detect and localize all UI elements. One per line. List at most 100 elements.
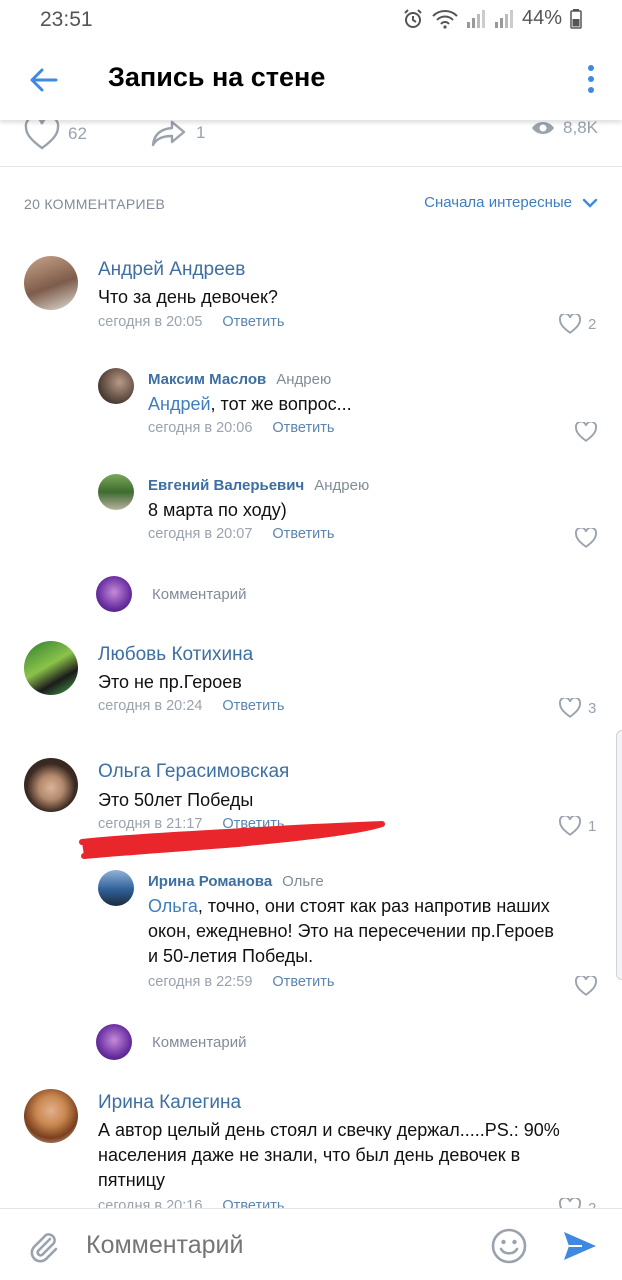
heart-icon: [575, 976, 597, 996]
avatar[interactable]: [98, 368, 134, 404]
comment-author[interactable]: Евгений Валерьевич: [148, 477, 304, 494]
comment-text: А автор целый день стоял и свечку держал…: [98, 1118, 608, 1193]
signal-icon: [466, 9, 485, 28]
comment-author[interactable]: Ирина Романова: [148, 873, 272, 890]
chevron-down-icon: [582, 198, 598, 208]
comment-meta: сегодня в 20:07 Ответить: [148, 526, 334, 542]
battery-icon: [570, 8, 582, 29]
comment-text: Что за день девочек?: [98, 287, 278, 307]
comment-meta: сегодня в 20:05 Ответить: [98, 314, 284, 330]
comment-text-line: и 50-летия Победы.: [148, 946, 314, 966]
comment-text-line: А автор целый день стоял и свечку держал…: [98, 1120, 560, 1140]
mention-link[interactable]: Андрей: [148, 394, 211, 414]
post-like-counter[interactable]: 62: [24, 118, 87, 150]
comment-author[interactable]: Андрей Андреев: [98, 259, 245, 281]
status-time: 23:51: [40, 8, 93, 31]
send-icon[interactable]: [562, 1229, 598, 1263]
post-views-count: 8,8K: [563, 118, 598, 137]
heart-icon: [24, 118, 60, 150]
comment-time: сегодня в 20:05: [98, 314, 203, 330]
eye-icon: [532, 122, 555, 134]
comment-time: сегодня в 20:24: [98, 698, 203, 714]
thread-comment-field[interactable]: Комментарий: [96, 576, 246, 612]
comment-text: Ольга, точно, они стоят как раз напротив…: [148, 894, 608, 969]
avatar[interactable]: [98, 474, 134, 510]
comment-author[interactable]: Ирина Калегина: [98, 1092, 241, 1114]
post-share-count: 1: [196, 123, 206, 142]
comment-author[interactable]: Любовь Котихина: [98, 644, 253, 666]
status-icons: 44%: [402, 7, 582, 30]
battery-percent: 44%: [521, 7, 562, 29]
comment-text: Андрей, тот же вопрос...: [148, 392, 352, 417]
comment-text-line: населения даже не знали, что был день де…: [98, 1145, 521, 1165]
comment-text-body: , точно, они стоят как раз напротив наши…: [197, 896, 550, 916]
post-share-counter[interactable]: 1: [150, 118, 205, 148]
red-underline-annotation: [79, 821, 385, 859]
comment-like-count: 2: [588, 315, 597, 333]
divider: [0, 166, 622, 167]
paperclip-icon[interactable]: [26, 1229, 60, 1263]
comment-like-button[interactable]: [574, 422, 598, 442]
scrollbar[interactable]: [616, 730, 622, 980]
comment-composer: [0, 1208, 622, 1280]
comment-like-button[interactable]: 2: [558, 314, 596, 334]
wifi-icon: [432, 9, 458, 29]
comment-like-button[interactable]: 3: [558, 698, 596, 718]
comment-like-button[interactable]: 1: [558, 816, 596, 836]
avatar[interactable]: [24, 641, 78, 695]
back-arrow-icon[interactable]: [28, 64, 60, 96]
heart-icon: [559, 816, 581, 836]
comment-text-line: пятницу: [98, 1170, 166, 1190]
thread-comment-placeholder: Комментарий: [152, 585, 247, 603]
comment-text-body: , тот же вопрос...: [210, 394, 352, 414]
status-bar: 23:51 44%: [0, 0, 622, 40]
comment-time: сегодня в 20:06: [148, 420, 253, 436]
thread-comment-field[interactable]: Комментарий: [96, 1024, 246, 1060]
avatar[interactable]: [24, 256, 78, 310]
heart-icon: [575, 528, 597, 548]
sort-label: Сначала интересные: [424, 194, 572, 211]
my-avatar: [96, 1024, 132, 1060]
comment-like-button[interactable]: [574, 976, 598, 996]
comment-text-line: окон, ежедневно! Это на пересечении пр.Г…: [148, 921, 554, 941]
comment-time: сегодня в 20:07: [148, 526, 253, 542]
avatar[interactable]: [24, 758, 78, 812]
reply-button[interactable]: Ответить: [222, 314, 284, 330]
reply-button[interactable]: Ответить: [272, 974, 334, 990]
emoji-icon[interactable]: [490, 1227, 528, 1265]
thread-comment-placeholder: Комментарий: [152, 1033, 247, 1051]
avatar[interactable]: [24, 1089, 78, 1143]
comments-header: 20 КОММЕНТАРИЕВ Сначала интересные: [24, 192, 598, 216]
comment-author-line: Ирина Романова Ольге: [148, 873, 324, 890]
more-vertical-icon[interactable]: [586, 64, 596, 94]
comment-like-button[interactable]: [574, 528, 598, 548]
reply-button[interactable]: Ответить: [272, 526, 334, 542]
comment-like-count: 1: [588, 817, 597, 835]
reply-button[interactable]: Ответить: [222, 698, 284, 714]
comment-author[interactable]: Ольга Герасимовская: [98, 761, 289, 783]
comment-like-count: 3: [588, 699, 597, 717]
my-avatar: [96, 576, 132, 612]
comment-author-line: Максим Маслов Андрею: [148, 371, 331, 388]
reply-button[interactable]: Ответить: [272, 420, 334, 436]
comments-count: 20 КОММЕНТАРИЕВ: [24, 196, 166, 212]
comment-input[interactable]: [86, 1231, 466, 1260]
alarm-icon: [404, 8, 422, 28]
comment-author-line: Евгений Валерьевич Андрею: [148, 477, 369, 494]
comment-meta: сегодня в 20:24 Ответить: [98, 698, 284, 714]
reply-to-label: Ольге: [282, 873, 324, 890]
page-title: Запись на стене: [108, 62, 326, 92]
comment-text: 8 марта по ходу): [148, 500, 287, 520]
comment-meta: сегодня в 22:59 Ответить: [148, 974, 334, 990]
comment-text: Это не пр.Героев: [98, 672, 242, 692]
avatar[interactable]: [98, 870, 134, 906]
post-like-count: 62: [68, 124, 87, 143]
heart-icon: [559, 314, 581, 334]
mention-link[interactable]: Ольга: [148, 896, 198, 916]
comment-author[interactable]: Максим Маслов: [148, 371, 266, 388]
sort-dropdown[interactable]: Сначала интересные: [424, 194, 598, 211]
heart-icon: [575, 422, 597, 442]
comment-time: сегодня в 22:59: [148, 974, 253, 990]
comment-meta: сегодня в 20:06 Ответить: [148, 420, 334, 436]
reply-to-label: Андрею: [314, 477, 370, 494]
